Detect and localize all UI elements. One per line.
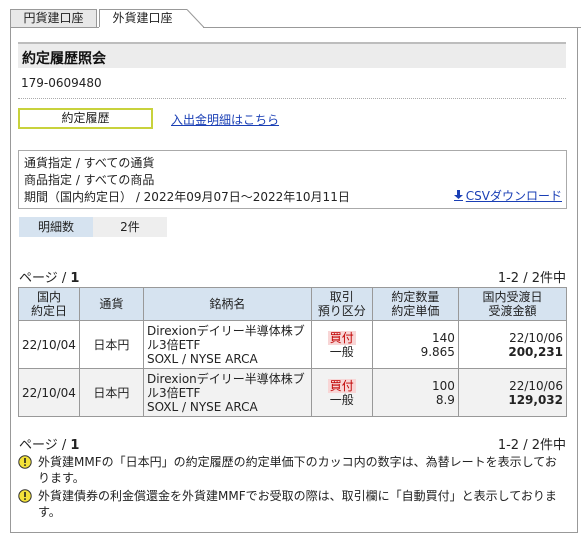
tab-foreign-account[interactable]: 外貨建口座: [99, 9, 185, 27]
csv-link-label: CSVダウンロード: [465, 189, 562, 203]
trade-history-button[interactable]: 約定履歴: [18, 108, 153, 129]
tab-slant-decoration: [185, 9, 205, 28]
page-title: 約定履歴照会: [22, 51, 106, 67]
col-qty: 約定数量 約定単価: [371, 287, 459, 321]
note-text: 外貨建MMFの「日本円」の約定履歴の約定単価下のカッコ内の数字は、為替レートを表…: [38, 455, 557, 485]
pager-range-top: 1-2 / 2件中: [497, 271, 566, 286]
tab-jpy-account[interactable]: 円貨建口座: [10, 9, 97, 27]
pager-top: ページ / 1: [19, 267, 79, 286]
filter-product: 商品指定 / すべての商品: [24, 173, 155, 187]
settlement: 22/10/06 200,231: [457, 320, 568, 369]
settlement: 22/10/06 129,032: [457, 368, 568, 417]
trade-history-table: 国内 約定日 通貨 銘柄名 取引 預り区分 約定数量 約定単価 国内受渡日 受渡金額 2…: [18, 287, 568, 417]
note-text: 外貨建債券の利金償還金を外貨建MMFでお受取の際は、取引欄に「自動買付」と表示し…: [38, 489, 557, 519]
col-settle: 国内受渡日 受渡金額: [457, 287, 568, 321]
pager-page[interactable]: 1: [70, 438, 79, 453]
note-item: 外貨建債券の利金償還金を外貨建MMFでお受取の際は、取引欄に「自動買付」と表示し…: [18, 488, 563, 520]
pager-range-bottom: 1-2 / 2件中: [497, 438, 566, 453]
table-row: 22/10/04 日本円 Direxionデイリー半導体株ブ ル3倍ETF SOXL…: [18, 368, 568, 417]
trade-date: 22/10/04: [18, 368, 80, 417]
currency: 日本円: [78, 320, 144, 369]
warning-icon: [18, 489, 32, 503]
currency: 日本円: [78, 368, 144, 417]
security-name: Direxionデイリー半導体株ブ ル3倍ETF SOXL / NYSE ARCA: [142, 368, 312, 417]
trade-date: 22/10/04: [18, 320, 80, 369]
count-label: 明細数: [19, 217, 93, 237]
account-number: 179-0609480: [21, 76, 102, 90]
account-tabs: 円貨建口座 外貨建口座: [10, 9, 581, 28]
csv-download-link[interactable]: CSVダウンロード: [453, 187, 562, 204]
quantity-price: 140 9.865: [371, 320, 459, 369]
col-name: 銘柄名: [142, 287, 312, 321]
buy-badge: 買付: [327, 330, 356, 345]
col-trade: 取引 預り区分: [310, 287, 373, 321]
trade-type: 買付 一般: [310, 320, 373, 369]
col-currency: 通貨: [78, 287, 144, 321]
security-name: Direxionデイリー半導体株ブ ル3倍ETF SOXL / NYSE ARCA: [142, 320, 312, 369]
download-icon: [453, 190, 463, 201]
pager-page[interactable]: 1: [70, 271, 79, 286]
buy-badge: 買付: [327, 378, 356, 393]
trade-type: 買付 一般: [310, 368, 373, 417]
filter-currency: 通貨指定 / すべての通貨: [24, 156, 155, 170]
warning-icon: [18, 455, 32, 469]
col-date: 国内 約定日: [18, 287, 80, 321]
quantity-price: 100 8.9: [371, 368, 459, 417]
pager-prefix: ページ /: [19, 271, 71, 286]
filter-period: 期間（国内約定日） / 2022年09月07日〜2022年10月11日: [24, 190, 350, 204]
deposit-details-link[interactable]: 入出金明細はこちら: [171, 111, 279, 128]
pager-prefix: ページ /: [19, 438, 71, 453]
notes: 外貨建MMFの「日本円」の約定履歴の約定単価下のカッコ内の数字は、為替レートを表…: [18, 454, 563, 522]
filter-summary: 通貨指定 / すべての通貨 商品指定 / すべての商品 期間（国内約定日） / …: [18, 150, 567, 209]
divider: [18, 98, 566, 99]
table-row: 22/10/04 日本円 Direxionデイリー半導体株ブ ル3倍ETF SOXL…: [18, 320, 568, 369]
count-value: 2件: [93, 217, 167, 237]
note-item: 外貨建MMFの「日本円」の約定履歴の約定単価下のカッコ内の数字は、為替レートを表…: [18, 454, 563, 486]
page-title-bar: 約定履歴照会: [18, 42, 566, 68]
table-header-row: 国内 約定日 通貨 銘柄名 取引 預り区分 約定数量 約定単価 国内受渡日 受渡金額: [18, 287, 568, 321]
pager-bottom: ページ / 1: [19, 434, 79, 453]
